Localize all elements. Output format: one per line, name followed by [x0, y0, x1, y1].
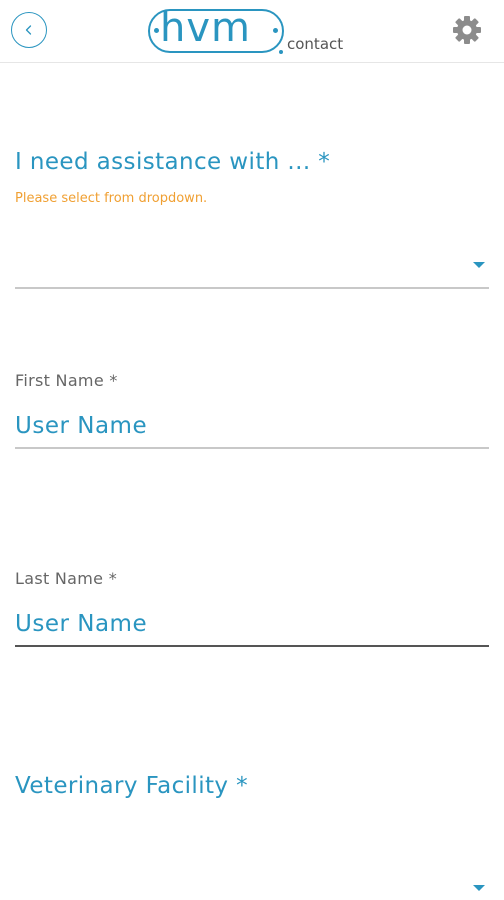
gear-icon — [453, 16, 481, 44]
chevron-left-icon — [25, 25, 32, 35]
assistance-label: I need assistance with ... * — [15, 149, 331, 175]
hvm-contact-logo: hvm contact — [148, 5, 358, 56]
last-name-input[interactable] — [15, 603, 489, 647]
logo-main-text: hvm — [160, 5, 251, 51]
logo-dot-right — [273, 28, 278, 33]
first-name-label: First Name * — [15, 371, 118, 390]
logo-sub-text: contact — [287, 35, 344, 53]
assistance-hint: Please select from dropdown. — [15, 191, 208, 206]
last-name-label: Last Name * — [15, 569, 118, 588]
settings-button[interactable] — [450, 13, 484, 47]
back-button[interactable] — [11, 12, 47, 48]
veterinary-facility-label: Veterinary Facility * — [15, 773, 249, 799]
dropdown-arrow-icon — [473, 885, 485, 891]
veterinary-facility-select[interactable] — [15, 866, 489, 900]
assistance-select[interactable] — [15, 245, 489, 289]
app-header: hvm contact — [0, 0, 504, 63]
dropdown-arrow-icon — [473, 262, 485, 268]
logo-registered-mark — [279, 50, 283, 54]
first-name-input[interactable] — [15, 405, 489, 449]
logo-dot-left — [154, 28, 159, 33]
contact-form-page: hvm contact I need assistance with ... *… — [0, 0, 504, 900]
